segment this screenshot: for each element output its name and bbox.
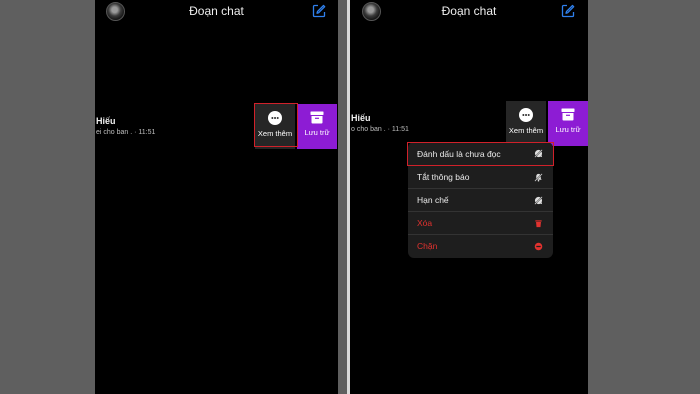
archive-button[interactable]: Lưu trữ bbox=[297, 104, 337, 149]
archive-button-label: Lưu trữ bbox=[555, 125, 581, 134]
trash-icon bbox=[535, 220, 542, 228]
archive-icon bbox=[561, 108, 575, 121]
chat-header: Đoạn chat bbox=[95, 0, 338, 26]
message-preview: ei cho ban . · 11:51 bbox=[96, 129, 156, 136]
contact-name: Hiếu bbox=[351, 113, 371, 123]
menu-item-block[interactable]: Chặn bbox=[408, 234, 553, 257]
menu-item-mute[interactable]: Tắt thông báo bbox=[408, 165, 553, 188]
archive-button[interactable]: Lưu trữ bbox=[548, 101, 588, 146]
left-screen: Đoạn chat Hiếu ei cho ban . · 11:51 Xem … bbox=[95, 0, 338, 394]
archive-button-label: Lưu trữ bbox=[304, 128, 330, 137]
more-button-label: Xem thêm bbox=[508, 126, 544, 135]
page-title: Đoạn chat bbox=[441, 4, 497, 18]
menu-item-label: Xóa bbox=[417, 218, 433, 228]
highlight-box bbox=[407, 142, 554, 166]
chat-row[interactable]: Hiếu ei cho ban . · 11:51 bbox=[96, 116, 155, 136]
menu-item-label: Tắt thông báo bbox=[417, 172, 470, 182]
right-screen: Đoạn chat Hiếu o cho ban . · 11:51 Xem t… bbox=[350, 0, 588, 394]
contact-name: Hiếu bbox=[96, 116, 116, 126]
block-icon bbox=[534, 242, 543, 251]
more-button[interactable]: Xem thêm bbox=[506, 101, 546, 146]
compose-icon[interactable] bbox=[312, 4, 326, 18]
more-icon bbox=[519, 108, 533, 122]
archive-icon bbox=[310, 111, 324, 124]
menu-item-label: Chặn bbox=[417, 241, 438, 251]
menu-item-restrict[interactable]: Hạn chế bbox=[408, 188, 553, 211]
menu-item-delete[interactable]: Xóa bbox=[408, 211, 553, 234]
chat-header: Đoạn chat bbox=[350, 0, 588, 26]
highlight-box bbox=[254, 103, 298, 147]
restrict-icon bbox=[534, 196, 543, 205]
mute-bell-icon bbox=[534, 173, 543, 182]
page-title: Đoạn chat bbox=[189, 4, 244, 18]
menu-item-label: Hạn chế bbox=[417, 195, 449, 205]
chat-row[interactable]: Hiếu o cho ban . · 11:51 bbox=[351, 113, 409, 133]
compose-icon[interactable] bbox=[561, 4, 575, 18]
message-preview: o cho ban . · 11:51 bbox=[351, 126, 409, 133]
